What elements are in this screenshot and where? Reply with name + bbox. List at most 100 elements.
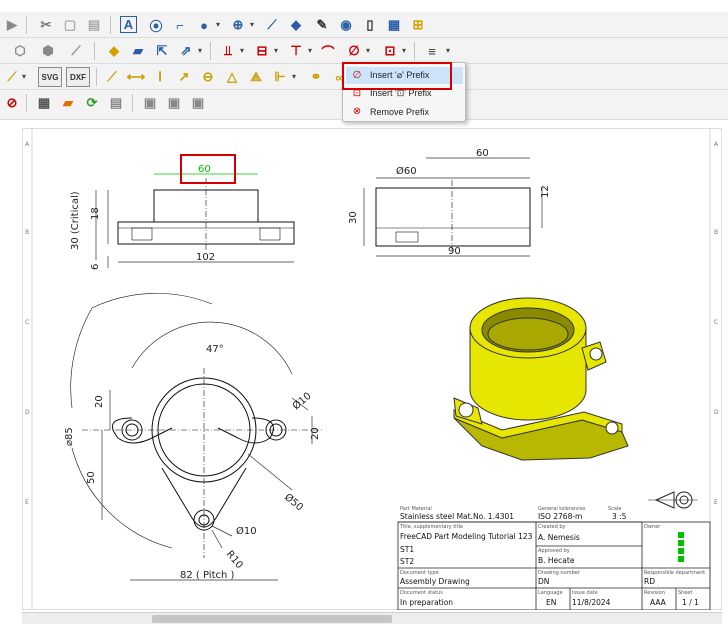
dim-side-12: 12 [540,185,551,198]
view-detail-icon[interactable]: ▣ [188,93,208,113]
scrollbar-thumb[interactable] [152,615,392,623]
vert-dim-icon[interactable]: ⊟ [252,41,272,61]
toolbar-row-2: ⬡ ⬢ ⟋ ◆ ▰ ⇱ ⇗ ▾ ⫫ ▾ ⊟ ▾ ⊤ ▾ ⌒ ∅ ▾ ⊡ ▾ ≡ … [0,38,728,64]
tb-revision: AAA [650,598,667,607]
diameter-prefix-icon[interactable]: ∅ [344,41,364,61]
dim-plan-20b: 20 [310,427,321,440]
tb-revision-label: Revision [644,590,665,596]
square-prefix-icon[interactable]: ⊡ [380,41,400,61]
tb-dept: RD [644,577,655,586]
vertical-dim-icon[interactable]: Ⅰ [150,67,170,87]
highlight-insert-diameter [342,62,452,90]
tb-st2: ST2 [400,557,414,566]
border-letter: C [714,319,718,326]
border-letter: C [25,319,29,326]
dim-front-102: 102 [196,252,215,263]
chain-dim-icon[interactable]: ⊤ [286,41,306,61]
tb-approved-label: Approved by [538,548,570,554]
export-icon[interactable]: ⇱ [152,41,172,61]
tb-title: FreeCAD Part Modeling Tutorial 123 [400,532,533,541]
radius-dim-icon[interactable]: ↗ [174,67,194,87]
border-letter: B [714,229,718,236]
border-letter: E [25,499,29,506]
dim-front-6: 6 [90,264,101,270]
folder-icon[interactable]: ▰ [128,41,148,61]
tb-issue: 11/8/2024 [572,598,611,607]
dim-front-18: 18 [90,207,101,220]
menu-item-remove-prefix[interactable]: ⊗ Remove Prefix [346,103,463,120]
play-icon[interactable]: ▶ [2,15,22,35]
view-page-icon[interactable]: ▣ [140,93,160,113]
angle-dim-icon[interactable]: △ [222,67,242,87]
dim-side-90: 90 [448,246,461,257]
arc-dim-icon[interactable]: ⌒ [318,41,338,61]
weld-icon[interactable]: ▦ [384,15,404,35]
refresh-icon[interactable]: ⟳ [82,93,102,113]
dim-plan-d10b: Ø10 [236,525,257,537]
vertex-icon[interactable]: ⟋ [262,15,282,35]
centerline-icon[interactable]: ⊕ [228,15,248,35]
symbol-icon[interactable]: ⊞ [408,15,428,35]
border-letter: D [25,409,30,416]
angle3pt-dim-icon[interactable]: ⟁ [246,67,266,87]
mobile-icon[interactable]: ▯ [360,15,380,35]
view-section-icon[interactable]: ▣ [164,93,184,113]
copy-icon[interactable]: ▢ [60,15,80,35]
tb-sheet-label: Sheet [678,590,692,596]
remove-prefix-icon: ⊗ [352,106,362,117]
page-export-icon[interactable]: ⇗ [176,41,196,61]
tb-issue-label: Issue date [572,590,598,596]
box-icon[interactable]: ⬢ [38,41,58,61]
diameter-dim-icon[interactable]: ⊖ [198,67,218,87]
tb-drawnum-label: Drawing number [538,570,581,576]
cube-icon[interactable]: ⬡ [10,41,30,61]
tb-created-label: Created by [538,524,566,530]
template-icon[interactable]: ▤ [106,93,126,113]
paste-icon[interactable]: ▤ [84,15,104,35]
text-annotation-icon[interactable]: A [120,16,137,33]
tb-created: A. Nemesis [538,533,580,542]
dim-side-d60: Ø60 [396,165,417,177]
stop-icon[interactable]: ⊘ [2,93,22,113]
dim-style-icon[interactable]: ⟋ [2,67,22,87]
tb-material: Stainless steel Mat.No. 1.4301 [400,512,514,521]
leader-line-icon[interactable]: ⌐ [170,15,190,35]
pencil-icon[interactable]: ✎ [312,15,332,35]
tb-language-label: Language [538,590,563,596]
hamburger-icon[interactable]: ≡ [422,41,442,61]
page-new-icon[interactable]: ▰ [58,93,78,113]
dxf-export-button[interactable]: DXF [66,67,90,87]
erase-icon[interactable]: ◆ [286,15,306,35]
tb-tolerance: ISO 2768-m [538,512,582,521]
toolbar-row-1: ▶ ✂ ▢ ▤ A ⦿ ⌐ ● ▾ ⊕ ▾ ⟋ ◆ ✎ ◉ ▯ ▦ ⊞ [0,12,728,38]
tb-doctype-label: Document type [400,570,439,576]
extent-dim-icon[interactable]: ⊩ [270,67,290,87]
highlight-dimension-60 [180,154,236,184]
svg-export-button[interactable]: SVG [38,67,62,87]
horizontal-scrollbar[interactable] [22,612,722,624]
dim-plan-angle: 47° [206,344,224,355]
tb-dept-label: Responsible department [644,570,705,576]
connector-icon[interactable]: ⦿ [146,15,166,35]
horiz-dim-icon[interactable]: ⫫ [218,41,238,61]
tb-title-label: Title, supplementary title [399,524,463,530]
border-letter: B [25,229,29,236]
page-icon[interactable]: ▦ [34,93,54,113]
tb-approved: B. Hecate [538,556,575,565]
dim-plan-20a: 20 [94,395,105,408]
drawing-canvas[interactable]: A B C D E A B C D E 60 18 30 (Critical) … [21,127,723,611]
border-letter: D [714,409,719,416]
view-icon[interactable]: ◉ [336,15,356,35]
circle-icon[interactable]: ● [194,15,214,35]
tb-doctype: Assembly Drawing [400,577,470,586]
dim-plan-d85: ⌀85 [64,427,75,446]
tb-drawnum: DN [538,577,549,586]
flag-icon[interactable]: ◆ [104,41,124,61]
dim-side-30: 30 [348,211,359,224]
ruler-icon[interactable]: ⟋ [66,41,86,61]
cut-icon[interactable]: ✂ [36,15,56,35]
horizontal-dim-icon[interactable]: ⟷ [126,67,146,87]
length-dim-icon[interactable]: ⟋ [102,67,122,87]
border-letter: E [714,499,718,506]
link-dim-icon[interactable]: ⚭ [306,67,326,87]
